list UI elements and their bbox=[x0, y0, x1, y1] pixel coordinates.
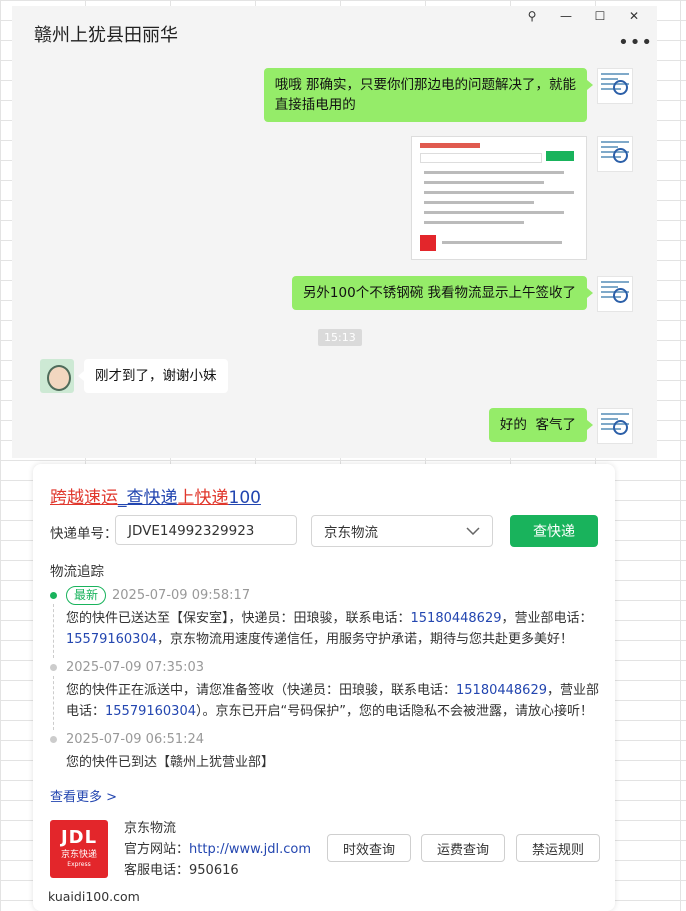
chat-title: 赣州上犹县田丽华 bbox=[34, 25, 178, 46]
message-row: 另外100个不锈钢碗 我看物流显示上午签收了 bbox=[291, 276, 633, 312]
prohibited-rules-button[interactable]: 禁运规则 bbox=[516, 834, 600, 862]
brand-part: 上快递 bbox=[177, 488, 229, 508]
message-row: 刚才到了，谢谢小妹 bbox=[40, 359, 228, 393]
website-label: 官方网站： bbox=[124, 842, 190, 857]
brand-part: 跨越速运 bbox=[50, 488, 118, 508]
message-bubble[interactable]: 哦哦 那确实，只要你们那边电的问题解决了，就能 直接插电用的 bbox=[263, 68, 594, 122]
event-description: 您的快件已送达至【保安室】，快递员：田琅骏，联系电话：15180448629，营… bbox=[66, 611, 593, 647]
logo-main: JDL bbox=[60, 827, 98, 848]
timeline-dot bbox=[50, 592, 57, 599]
carrier-info: 京东物流 官方网站：http://www.jdl.com 客服电话：950616 bbox=[124, 818, 311, 881]
timeline-event: 2025-07-09 06:51:24 您的快件已到达【赣州上犹营业部】 bbox=[50, 730, 605, 773]
timeline-event: 2025-07-09 07:35:03 您的快件正在派送中，请您准备签收（快递员… bbox=[50, 658, 605, 730]
tracking-timeline: 最新 2025-07-09 09:58:17 您的快件已送达至【保安室】，快递员：… bbox=[50, 586, 605, 781]
tracking-number-label: 快递单号： bbox=[50, 526, 118, 542]
image-message[interactable] bbox=[411, 136, 587, 260]
timeline-dot bbox=[50, 736, 57, 743]
event-time: 2025-07-09 07:35:03 bbox=[66, 660, 205, 675]
phone-link[interactable]: 15180448629 bbox=[456, 683, 547, 698]
my-avatar[interactable] bbox=[597, 136, 633, 172]
event-description: 您的快件已到达【赣州上犹营业部】 bbox=[66, 755, 275, 770]
my-avatar[interactable] bbox=[597, 408, 633, 444]
timeline-dot bbox=[50, 664, 57, 671]
carrier-name: 京东物流 bbox=[124, 821, 177, 836]
logo-tiny: Express bbox=[67, 861, 91, 868]
contact-avatar[interactable] bbox=[40, 359, 74, 393]
time-badge: 15:13 bbox=[318, 329, 362, 346]
message-row: 好的 客气了 bbox=[488, 408, 633, 444]
brand-title[interactable]: 跨越速运_查快递上快递100 bbox=[50, 483, 261, 508]
event-time: 2025-07-09 09:58:17 bbox=[112, 588, 251, 603]
phone-link[interactable]: 15579160304 bbox=[66, 632, 157, 647]
window-controls: ⚲ — ☐ ✕ bbox=[515, 6, 651, 26]
close-icon[interactable]: ✕ bbox=[617, 6, 651, 26]
message-line: 好的 客气了 bbox=[499, 417, 576, 433]
event-time: 2025-07-09 06:51:24 bbox=[66, 732, 205, 747]
service-phone: 950616 bbox=[189, 863, 239, 878]
pin-icon[interactable]: ⚲ bbox=[515, 6, 549, 26]
carrier-select[interactable]: 京东物流 bbox=[311, 515, 493, 547]
message-line: 刚才到了，谢谢小妹 bbox=[95, 368, 217, 384]
view-more-link[interactable]: 查看更多 > bbox=[50, 786, 117, 805]
message-line: 直接插电用的 bbox=[274, 97, 356, 113]
timeliness-query-button[interactable]: 时效查询 bbox=[327, 834, 411, 862]
chat-window: 赣州上犹县田丽华 ⚲ — ☐ ✕ ••• 哦哦 那确实，只要你们那边电的问题解决… bbox=[12, 6, 657, 458]
phone-link[interactable]: 15579160304 bbox=[105, 704, 196, 719]
brand-part: 100 bbox=[228, 488, 261, 508]
message-bubble[interactable]: 刚才到了，谢谢小妹 bbox=[78, 359, 228, 393]
website-link[interactable]: http://www.jdl.com bbox=[189, 842, 311, 857]
jdl-logo: JDL 京东快递 Express bbox=[50, 820, 108, 878]
phone-link[interactable]: 15180448629 bbox=[411, 611, 502, 626]
message-line: 另外100个不锈钢碗 我看物流显示上午签收了 bbox=[302, 285, 576, 301]
message-line: 哦哦 那确实，只要你们那边电的问题解决了，就能 bbox=[274, 77, 576, 93]
footer-domain: kuaidi100.com bbox=[48, 889, 140, 904]
tracking-title: 物流追踪 bbox=[50, 564, 104, 580]
tracking-card: 跨越速运_查快递上快递100 快递单号： JDVE14992329923 京东物… bbox=[33, 464, 615, 911]
chevron-down-icon bbox=[466, 523, 480, 539]
brand-part: _查快递 bbox=[118, 488, 178, 508]
tracking-number-input[interactable]: JDVE14992329923 bbox=[115, 515, 297, 545]
carrier-select-value: 京东物流 bbox=[324, 525, 378, 541]
my-avatar[interactable] bbox=[597, 276, 633, 312]
maximize-icon[interactable]: ☐ bbox=[583, 6, 617, 26]
message-bubble[interactable]: 好的 客气了 bbox=[488, 408, 594, 442]
freight-query-button[interactable]: 运费查询 bbox=[421, 834, 505, 862]
timeline-event: 最新 2025-07-09 09:58:17 您的快件已送达至【保安室】，快递员：… bbox=[50, 586, 605, 658]
message-bubble[interactable]: 另外100个不锈钢碗 我看物流显示上午签收了 bbox=[291, 276, 594, 310]
more-options-icon[interactable]: ••• bbox=[618, 32, 653, 53]
my-avatar[interactable] bbox=[597, 68, 633, 104]
service-label: 客服电话： bbox=[124, 863, 190, 878]
event-description: 您的快件正在派送中，请您准备签收（快递员：田琅骏，联系电话：1518044862… bbox=[66, 683, 600, 719]
query-button[interactable]: 查快递 bbox=[510, 515, 598, 547]
latest-badge: 最新 bbox=[66, 586, 107, 605]
logo-sub: 京东快递 bbox=[60, 850, 97, 860]
message-row bbox=[411, 136, 633, 260]
minimize-icon[interactable]: — bbox=[549, 6, 583, 26]
message-row: 哦哦 那确实，只要你们那边电的问题解决了，就能 直接插电用的 bbox=[263, 68, 633, 122]
